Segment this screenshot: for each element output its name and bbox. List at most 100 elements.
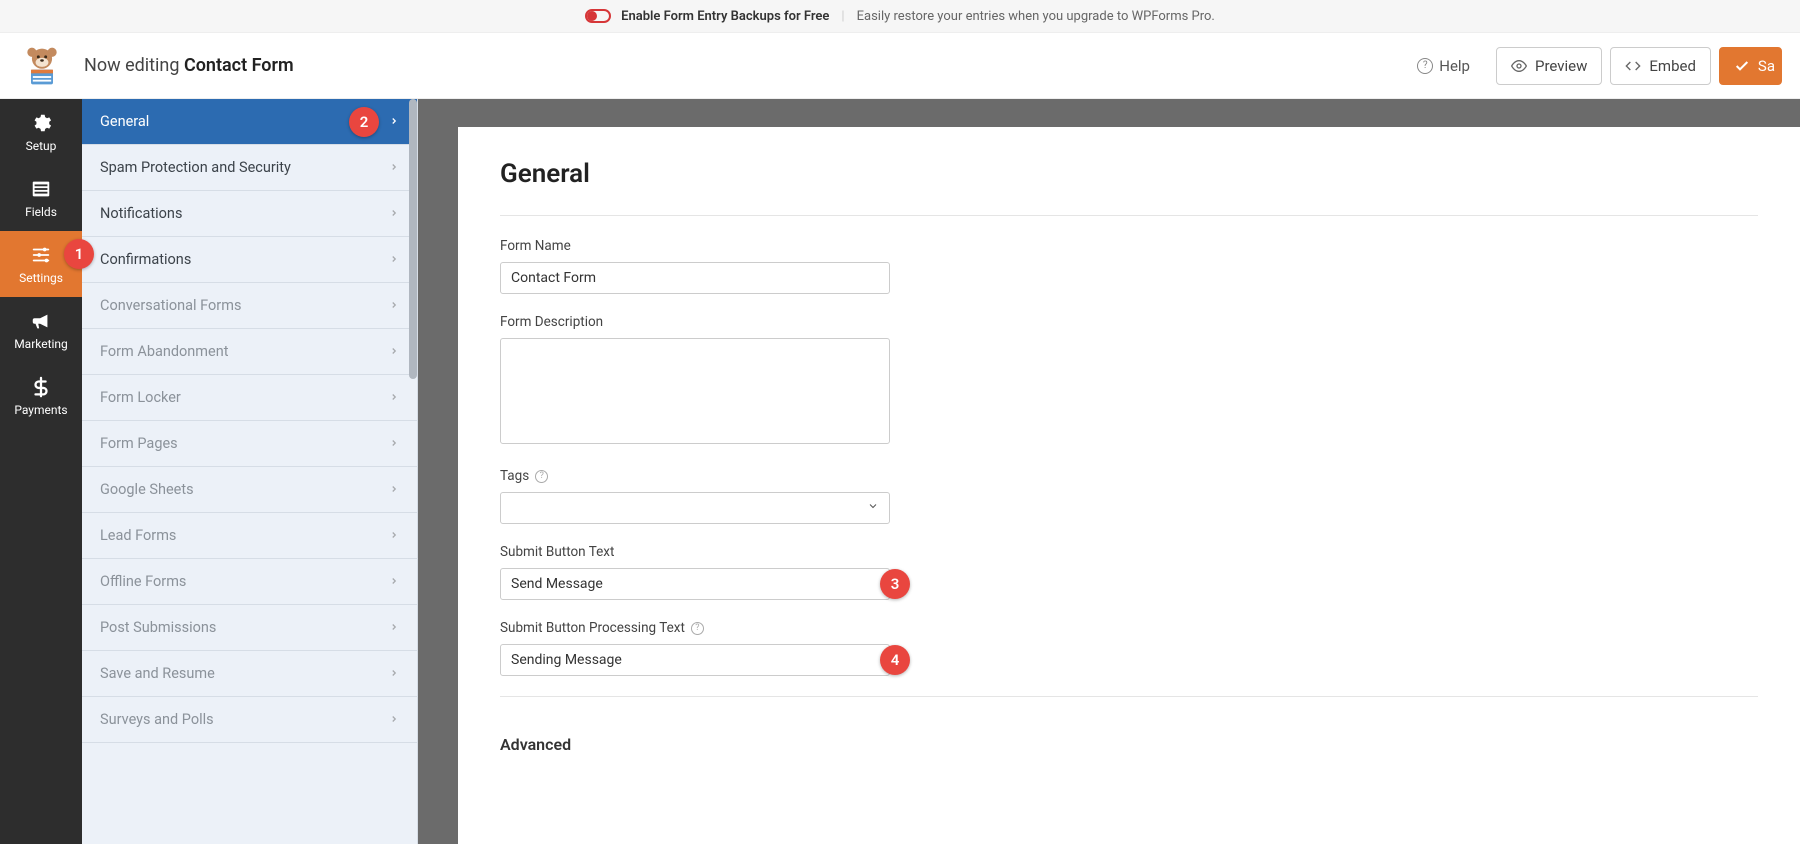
- settings-panel: General Form Name Form Description Tags …: [458, 127, 1800, 844]
- sidebar-item-notifications[interactable]: Notifications: [82, 191, 417, 237]
- promo-title: Enable Form Entry Backups for Free: [621, 9, 829, 24]
- chevron-right-icon: [389, 205, 399, 222]
- rail-item-payments[interactable]: Payments: [0, 363, 82, 429]
- submit-text-input[interactable]: [500, 568, 890, 600]
- chevron-right-icon: [389, 251, 399, 268]
- sidebar-item-label: Form Abandonment: [100, 343, 228, 360]
- sidebar-item-surveys[interactable]: Surveys and Polls: [82, 697, 417, 743]
- rail-item-marketing[interactable]: Marketing: [0, 297, 82, 363]
- divider: [500, 696, 1758, 697]
- panel-title: General: [500, 159, 1758, 189]
- check-icon: [1734, 58, 1750, 74]
- editing-form-name: Contact Form: [184, 55, 294, 76]
- sidebar-item-label: Surveys and Polls: [100, 711, 214, 728]
- chevron-right-icon: [389, 113, 399, 130]
- sidebar-item-save-resume[interactable]: Save and Resume: [82, 651, 417, 697]
- tags-select[interactable]: [500, 492, 890, 524]
- save-button[interactable]: Sa: [1719, 47, 1782, 85]
- promo-separator: |: [841, 9, 844, 24]
- chevron-right-icon: [389, 435, 399, 452]
- tags-label: Tags ?: [500, 468, 1758, 484]
- code-icon: [1625, 58, 1641, 74]
- chevron-down-icon: [867, 500, 879, 516]
- form-name-label: Form Name: [500, 238, 1758, 254]
- annotation-badge-3: 3: [880, 569, 910, 599]
- sidebar-item-label: Offline Forms: [100, 573, 186, 590]
- preview-button[interactable]: Preview: [1496, 47, 1602, 85]
- divider: [500, 215, 1758, 216]
- content-wrap: General Form Name Form Description Tags …: [418, 99, 1800, 844]
- header: Now editing Contact Form ? Help Preview …: [0, 33, 1800, 99]
- sidebar-item-post[interactable]: Post Submissions: [82, 605, 417, 651]
- help-icon[interactable]: ?: [535, 470, 548, 483]
- rail-label: Payments: [14, 403, 67, 417]
- field-tags: Tags ?: [500, 468, 1758, 524]
- sidebar-item-label: Conversational Forms: [100, 297, 241, 314]
- sidebar-item-pages[interactable]: Form Pages: [82, 421, 417, 467]
- chevron-right-icon: [389, 343, 399, 360]
- sidebar-item-spam[interactable]: Spam Protection and Security: [82, 145, 417, 191]
- field-processing-text: Submit Button Processing Text ? 4: [500, 620, 1758, 676]
- embed-label: Embed: [1649, 57, 1696, 75]
- rail-label: Fields: [25, 205, 57, 219]
- annotation-badge-1: 1: [64, 239, 94, 269]
- sidebar-item-abandonment[interactable]: Form Abandonment: [82, 329, 417, 375]
- help-icon[interactable]: ?: [691, 622, 704, 635]
- promo-subtitle: Easily restore your entries when you upg…: [857, 9, 1215, 24]
- field-form-desc: Form Description: [500, 314, 1758, 448]
- form-name-input[interactable]: [500, 262, 890, 294]
- main: Setup Fields 1 Settings Marketing Paymen…: [0, 99, 1800, 844]
- embed-button[interactable]: Embed: [1610, 47, 1711, 85]
- promo-bar: Enable Form Entry Backups for Free | Eas…: [0, 0, 1800, 33]
- editing-label: Now editing Contact Form: [84, 55, 294, 76]
- app-logo: [18, 42, 66, 90]
- sidebar-item-label: Lead Forms: [100, 527, 176, 544]
- sidebar-item-label: Confirmations: [100, 251, 191, 268]
- save-label: Sa: [1758, 57, 1775, 75]
- sidebar-item-conversational[interactable]: Conversational Forms: [82, 283, 417, 329]
- rail-item-setup[interactable]: Setup: [0, 99, 82, 165]
- sliders-icon: [30, 244, 52, 266]
- form-desc-label: Form Description: [500, 314, 1758, 330]
- bullhorn-icon: [30, 310, 52, 332]
- field-submit-text: Submit Button Text 3: [500, 544, 1758, 600]
- processing-text-label: Submit Button Processing Text ?: [500, 620, 1758, 636]
- sidebar-item-label: Post Submissions: [100, 619, 216, 636]
- sidebar-item-label: Form Pages: [100, 435, 178, 452]
- sidebar-item-label: Spam Protection and Security: [100, 159, 291, 176]
- chevron-right-icon: [389, 665, 399, 682]
- field-form-name: Form Name: [500, 238, 1758, 294]
- chevron-right-icon: [389, 619, 399, 636]
- help-button[interactable]: ? Help: [1417, 57, 1470, 75]
- sidebar-item-label: Google Sheets: [100, 481, 194, 498]
- gear-icon: [30, 112, 52, 134]
- form-desc-input[interactable]: [500, 338, 890, 444]
- sidebar-item-locker[interactable]: Form Locker: [82, 375, 417, 421]
- chevron-right-icon: [389, 389, 399, 406]
- sidebar-item-label: Notifications: [100, 205, 182, 222]
- sidebar-item-lead[interactable]: Lead Forms: [82, 513, 417, 559]
- chevron-right-icon: [389, 297, 399, 314]
- scrollbar[interactable]: [409, 99, 417, 844]
- rail-item-fields[interactable]: Fields: [0, 165, 82, 231]
- sidebar-item-label: Form Locker: [100, 389, 181, 406]
- sidebar-item-label: General: [100, 113, 149, 130]
- submit-text-label: Submit Button Text: [500, 544, 1758, 560]
- processing-text-input[interactable]: [500, 644, 890, 676]
- sidebar-item-sheets[interactable]: Google Sheets: [82, 467, 417, 513]
- annotation-badge-4: 4: [880, 645, 910, 675]
- sidebar-item-offline[interactable]: Offline Forms: [82, 559, 417, 605]
- dollar-icon: [30, 376, 52, 398]
- sidebar-item-general[interactable]: General 2: [82, 99, 417, 145]
- preview-label: Preview: [1535, 57, 1587, 75]
- eye-icon: [1511, 58, 1527, 74]
- editing-prefix: Now editing: [84, 55, 179, 76]
- sidebar-item-label: Save and Resume: [100, 665, 215, 682]
- sidebar-item-confirmations[interactable]: Confirmations: [82, 237, 417, 283]
- advanced-heading[interactable]: Advanced: [500, 719, 1758, 754]
- toggle-icon[interactable]: [585, 9, 611, 23]
- chevron-right-icon: [389, 159, 399, 176]
- rail-label: Setup: [26, 139, 57, 153]
- nav-rail: Setup Fields 1 Settings Marketing Paymen…: [0, 99, 82, 844]
- rail-item-settings[interactable]: 1 Settings: [0, 231, 82, 297]
